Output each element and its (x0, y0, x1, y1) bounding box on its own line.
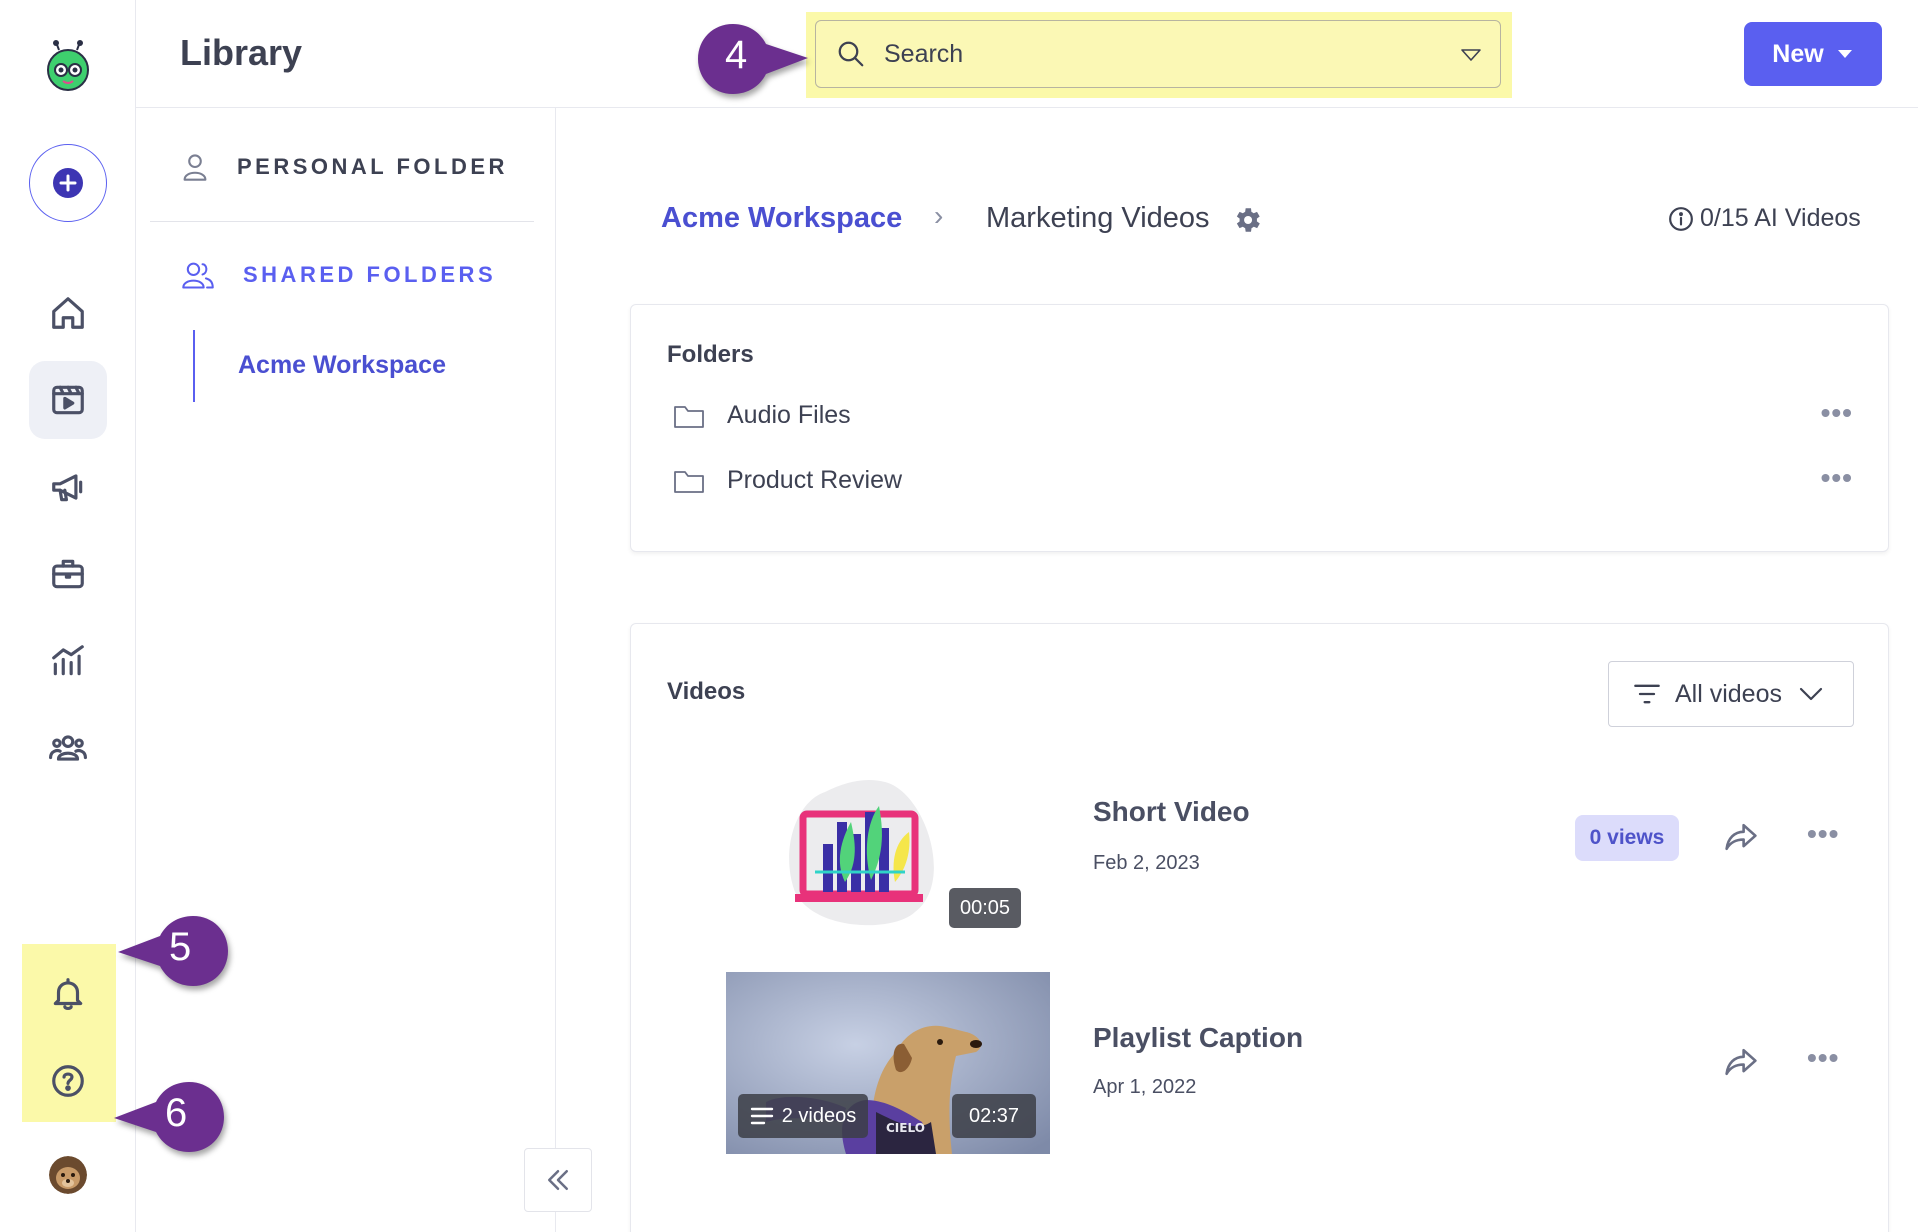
filter-lines-icon (1634, 684, 1660, 704)
folder-sidebar: PERSONAL FOLDER SHARED FOLDERS Acme Work… (136, 108, 592, 1232)
video-date: Apr 1, 2022 (1093, 1076, 1197, 1098)
collapse-sidebar-button[interactable] (524, 1148, 592, 1212)
callout-number: 4 (725, 33, 748, 77)
callout-notifications: 5 (112, 914, 228, 986)
videos-card: Videos All videos 00:05 Short Video Feb … (630, 623, 1889, 1232)
callout-shape (698, 24, 808, 94)
chevron-down-icon (1837, 50, 1852, 58)
breadcrumb-separator: › (934, 200, 944, 231)
new-button[interactable]: New (1744, 22, 1882, 86)
help-icon (52, 1065, 84, 1097)
video-title[interactable]: Short Video (1093, 796, 1250, 828)
settings-gear-icon[interactable] (1231, 204, 1263, 236)
callout-help: 6 (108, 1080, 224, 1152)
sidebar-item-acme-workspace[interactable]: Acme Workspace (238, 351, 446, 380)
workspace-indicator (193, 330, 195, 402)
video-more-button[interactable]: ••• (1807, 1042, 1839, 1074)
nav-analytics[interactable] (29, 622, 107, 700)
sidebar-divider (150, 221, 534, 222)
ai-videos-counter[interactable]: 0/15 AI Videos (1668, 204, 1861, 233)
video-thumbnail[interactable]: 00:05 (775, 762, 1045, 938)
notifications-button[interactable] (29, 955, 107, 1033)
shared-folders-link[interactable]: SHARED FOLDERS (181, 260, 496, 290)
folder-more-button[interactable]: ••• (1821, 397, 1853, 429)
video-date: Feb 2, 2023 (1093, 852, 1200, 874)
video-title[interactable]: Playlist Caption (1093, 1022, 1303, 1054)
team-icon (49, 735, 87, 761)
top-header: Library Search New (136, 0, 1918, 108)
video-thumbnail[interactable]: CIELO 2 videos 02:37 (726, 972, 1050, 1154)
playlist-icon (750, 1107, 773, 1125)
breadcrumb-workspace[interactable]: Acme Workspace (661, 202, 902, 235)
share-icon[interactable] (1724, 822, 1758, 852)
folder-icon (674, 405, 704, 428)
callout-number: 6 (165, 1091, 188, 1135)
svg-text:CIELO: CIELO (886, 1121, 925, 1135)
video-library-icon (52, 385, 84, 415)
info-icon (1669, 206, 1693, 231)
video-duration: 00:05 (949, 888, 1021, 928)
videos-filter-label: All videos (1675, 679, 1782, 708)
home-icon (52, 297, 84, 329)
logo-icon (47, 40, 89, 91)
search-placeholder: Search (884, 39, 964, 68)
nav-home[interactable] (29, 274, 107, 352)
folder-row[interactable]: Product Review ••• (673, 462, 1853, 495)
megaphone-icon (52, 474, 83, 502)
nav-library[interactable] (29, 361, 107, 439)
folders-title: Folders (667, 341, 754, 368)
folder-name: Audio Files (727, 401, 851, 429)
create-button[interactable] (29, 144, 107, 222)
plus-icon (53, 168, 83, 198)
new-button-label: New (1772, 39, 1824, 68)
callout-search: 4 (698, 22, 808, 94)
bell-icon (53, 978, 83, 1011)
folder-icon (674, 470, 704, 493)
double-chevron-left-icon (548, 1170, 568, 1190)
help-button[interactable] (29, 1042, 107, 1120)
nav-team[interactable] (29, 709, 107, 787)
nav-campaigns[interactable] (29, 448, 107, 526)
search-icon (838, 41, 864, 67)
app-logo[interactable] (44, 40, 92, 92)
ai-videos-label: 0/15 AI Videos (1700, 204, 1861, 232)
callout-number: 5 (169, 925, 192, 969)
users-icon (182, 262, 214, 289)
nav-business[interactable] (29, 535, 107, 613)
playlist-count: 2 videos (781, 1104, 857, 1127)
page-title: Library (180, 32, 303, 73)
share-icon[interactable] (1724, 1047, 1758, 1077)
user-icon (183, 154, 207, 181)
breadcrumb-current: Marketing Videos (986, 202, 1210, 234)
videos-title: Videos (667, 678, 746, 705)
folder-name: Product Review (727, 466, 903, 494)
search-input[interactable]: Search (815, 20, 1501, 88)
playlist-count-badge: 2 videos (738, 1094, 868, 1138)
video-more-button[interactable]: ••• (1807, 818, 1839, 850)
shared-folders-label: SHARED FOLDERS (243, 262, 497, 287)
personal-folder-label: PERSONAL FOLDER (237, 154, 508, 179)
video-views-badge[interactable]: 0 views (1575, 815, 1679, 861)
briefcase-icon (52, 559, 84, 589)
icon-rail (0, 0, 136, 1232)
personal-folder-link[interactable]: PERSONAL FOLDER (181, 152, 508, 182)
chevron-down-icon (1799, 687, 1823, 701)
filter-dropdown-icon[interactable] (1460, 47, 1482, 63)
videos-filter-dropdown[interactable]: All videos (1608, 661, 1854, 727)
avatar-image (49, 1156, 87, 1194)
folders-card: Folders Audio Files ••• Product Review •… (630, 304, 1889, 552)
folder-more-button[interactable]: ••• (1821, 462, 1853, 494)
video-duration: 02:37 (952, 1094, 1036, 1138)
folder-row[interactable]: Audio Files ••• (673, 397, 1853, 430)
avatar[interactable] (49, 1156, 87, 1194)
analytics-icon (52, 645, 84, 676)
